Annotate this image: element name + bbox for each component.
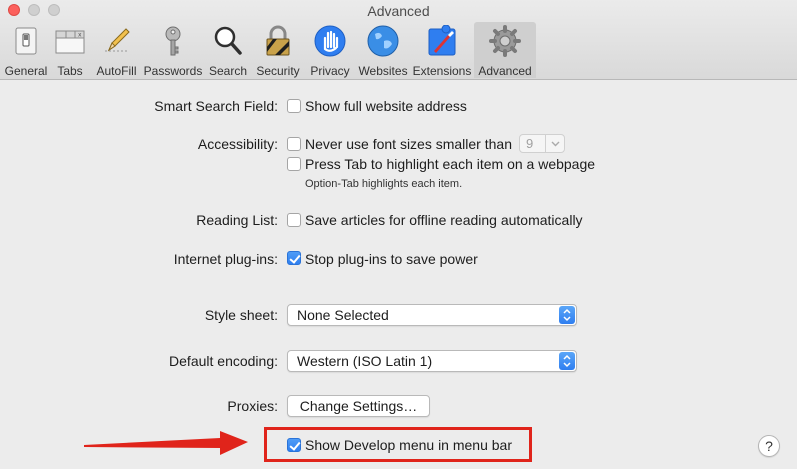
tab-search[interactable]: Search	[204, 22, 252, 78]
tab-autofill[interactable]: AutoFill	[91, 22, 142, 78]
show-develop-menu-checkbox[interactable]	[287, 438, 301, 452]
option-tab-hint: Option-Tab highlights each item.	[305, 178, 463, 190]
save-offline-text: Save articles for offline reading automa…	[305, 212, 583, 228]
autofill-pencil-icon	[100, 24, 134, 58]
svg-text:x: x	[78, 32, 82, 39]
tab-tabs[interactable]: x Tabs	[49, 22, 91, 78]
gear-icon	[488, 24, 522, 58]
min-font-size-value: 9	[526, 136, 534, 151]
globe-icon	[366, 24, 400, 58]
proxies-label: Proxies:	[227, 398, 278, 414]
change-settings-button[interactable]: Change Settings…	[287, 395, 430, 417]
tab-label: Websites	[358, 64, 408, 78]
preferences-toolbar: General x Tabs AutoFill Passwords Search…	[3, 22, 536, 78]
tab-label: Passwords	[143, 64, 203, 78]
title-bar: Advanced General x Tabs AutoFill Passwor…	[0, 0, 797, 80]
style-sheet-label: Style sheet:	[204, 307, 278, 323]
accessibility-label: Accessibility:	[197, 136, 278, 152]
tab-websites[interactable]: Websites	[356, 22, 410, 78]
popup-stepper-icon	[559, 306, 575, 324]
tab-label: Search	[208, 64, 248, 78]
select-divider	[545, 135, 546, 152]
key-icon	[156, 24, 190, 58]
magnifier-icon	[211, 24, 245, 58]
general-switch-icon	[9, 24, 43, 58]
show-full-address-checkbox[interactable]	[287, 99, 301, 113]
stop-plugins-text: Stop plug-ins to save power	[305, 251, 478, 267]
min-font-size-checkbox[interactable]	[287, 137, 301, 151]
tab-advanced[interactable]: Advanced	[474, 22, 536, 78]
tab-privacy[interactable]: Privacy	[304, 22, 356, 78]
tab-label: Privacy	[310, 64, 350, 78]
style-sheet-popup[interactable]: None Selected	[287, 304, 577, 326]
red-arrow-annotation	[84, 431, 248, 455]
safari-preferences-window: Advanced General x Tabs AutoFill Passwor…	[0, 0, 797, 469]
press-tab-checkbox[interactable]	[287, 157, 301, 171]
encoding-label: Default encoding:	[169, 353, 278, 369]
min-font-size-text: Never use font sizes smaller than	[305, 136, 512, 152]
plugins-label: Internet plug-ins:	[173, 251, 278, 267]
padlock-icon	[261, 24, 295, 58]
tabs-icon: x	[53, 24, 87, 58]
show-develop-menu-text: Show Develop menu in menu bar	[305, 437, 513, 453]
encoding-popup[interactable]: Western (ISO Latin 1)	[287, 350, 577, 372]
tab-extensions[interactable]: Extensions	[410, 22, 474, 78]
tab-label: General	[4, 64, 48, 78]
chevron-down-icon	[551, 141, 560, 147]
tab-label: Tabs	[57, 64, 83, 78]
save-offline-checkbox[interactable]	[287, 213, 301, 227]
puzzle-icon	[425, 24, 459, 58]
tab-general[interactable]: General	[3, 22, 49, 78]
show-full-address-text: Show full website address	[305, 98, 467, 114]
hand-icon	[313, 24, 347, 58]
tab-label: Security	[256, 64, 300, 78]
press-tab-text: Press Tab to highlight each item on a we…	[305, 156, 596, 172]
help-button[interactable]: ?	[758, 435, 780, 457]
tab-passwords[interactable]: Passwords	[142, 22, 204, 78]
min-font-size-select[interactable]: 9	[519, 134, 565, 153]
stop-plugins-checkbox[interactable]	[287, 251, 301, 265]
encoding-value: Western (ISO Latin 1)	[297, 353, 433, 369]
style-sheet-value: None Selected	[297, 307, 389, 323]
window-title: Advanced	[367, 3, 430, 19]
smart-search-label: Smart Search Field:	[154, 98, 278, 114]
tab-security[interactable]: Security	[252, 22, 304, 78]
tab-label: Extensions	[412, 64, 472, 78]
reading-list-label: Reading List:	[196, 212, 278, 228]
popup-stepper-icon	[559, 352, 575, 370]
tab-label: AutoFill	[96, 64, 137, 78]
tab-label: Advanced	[478, 64, 532, 78]
